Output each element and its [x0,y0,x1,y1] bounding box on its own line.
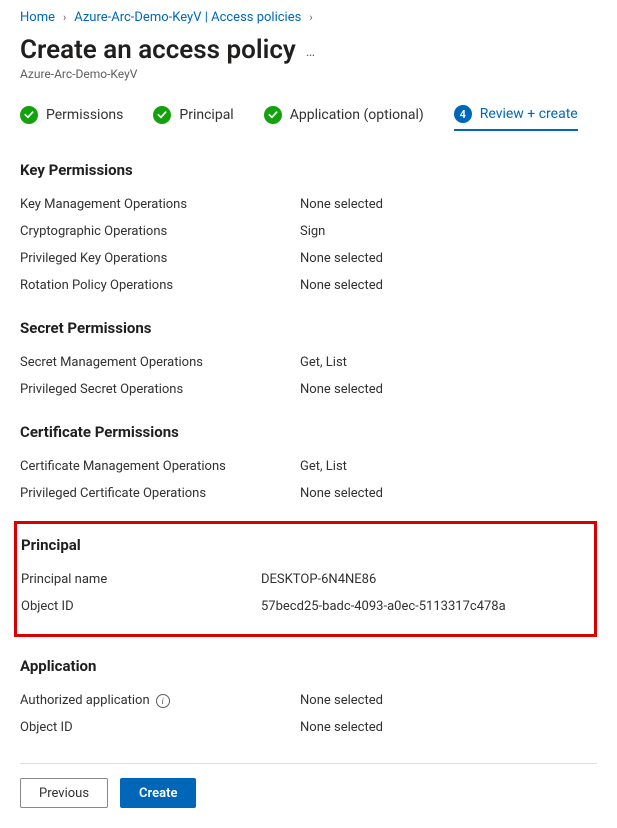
summary-row: Key Management Operations None selected [20,191,597,218]
row-value: Get, List [300,459,347,474]
chevron-right-icon: › [63,11,66,24]
row-value: None selected [300,486,383,501]
step-number-badge: 4 [454,105,472,123]
check-icon [264,106,282,124]
summary-row: Certificate Management Operations Get, L… [20,453,597,480]
row-label: Object ID [20,720,300,735]
page-subtitle: Azure-Arc-Demo-KeyV [20,67,597,81]
summary-row: Principal name DESKTOP-6N4NE86 [21,566,584,593]
wizard-steps: Permissions Principal Application (optio… [20,105,597,131]
summary-row: Authorized application i None selected [20,687,597,714]
page-title: Create an access policy [20,35,296,65]
create-button[interactable]: Create [120,778,196,808]
row-value: None selected [300,720,383,735]
breadcrumb-home[interactable]: Home [20,10,55,25]
section-heading-principal: Principal [21,536,584,554]
row-label-text: Authorized application [20,693,150,708]
summary-row: Object ID 57becd25-badc-4093-a0ec-511331… [21,593,584,620]
wizard-footer: Previous Create [20,763,597,808]
row-value: Sign [300,224,325,239]
row-label: Key Management Operations [20,197,300,212]
row-label: Privileged Certificate Operations [20,486,300,501]
row-label: Privileged Key Operations [20,251,300,266]
row-label: Principal name [21,572,261,587]
section-heading-certificate-permissions: Certificate Permissions [20,423,597,441]
summary-row: Privileged Certificate Operations None s… [20,480,597,507]
section-heading-application: Application [20,657,597,675]
step-label: Review + create [480,106,578,122]
summary-row: Secret Management Operations Get, List [20,349,597,376]
more-actions-button[interactable]: … [306,38,315,60]
row-label: Secret Management Operations [20,355,300,370]
summary-row: Privileged Key Operations None selected [20,245,597,272]
section-heading-secret-permissions: Secret Permissions [20,319,597,337]
row-value: None selected [300,278,383,293]
row-value: 57becd25-badc-4093-a0ec-5113317c478a [261,599,506,614]
row-value: None selected [300,382,383,397]
row-value: None selected [300,251,383,266]
row-value: Get, List [300,355,347,370]
row-label: Object ID [21,599,261,614]
row-label: Certificate Management Operations [20,459,300,474]
chevron-right-icon: › [309,11,312,24]
step-label: Permissions [46,107,123,123]
previous-button[interactable]: Previous [20,778,108,808]
highlighted-principal-section: Principal Principal name DESKTOP-6N4NE86… [14,521,597,637]
info-icon[interactable]: i [156,694,170,708]
step-application[interactable]: Application (optional) [264,105,424,131]
row-label: Cryptographic Operations [20,224,300,239]
step-label: Application (optional) [290,107,424,123]
breadcrumb-resource[interactable]: Azure-Arc-Demo-KeyV | Access policies [74,10,301,25]
summary-row: Object ID None selected [20,714,597,741]
step-permissions[interactable]: Permissions [20,105,123,131]
summary-row: Rotation Policy Operations None selected [20,272,597,299]
check-icon [153,106,171,124]
step-review-create[interactable]: 4 Review + create [454,105,578,131]
row-value: DESKTOP-6N4NE86 [261,572,376,587]
row-label: Rotation Policy Operations [20,278,300,293]
section-heading-key-permissions: Key Permissions [20,161,597,179]
summary-row: Privileged Secret Operations None select… [20,376,597,403]
row-label: Privileged Secret Operations [20,382,300,397]
check-icon [20,106,38,124]
row-value: None selected [300,693,383,708]
row-label: Authorized application i [20,693,300,708]
breadcrumb: Home › Azure-Arc-Demo-KeyV | Access poli… [20,6,597,31]
row-value: None selected [300,197,383,212]
summary-row: Cryptographic Operations Sign [20,218,597,245]
step-principal[interactable]: Principal [153,105,233,131]
step-label: Principal [179,107,233,123]
